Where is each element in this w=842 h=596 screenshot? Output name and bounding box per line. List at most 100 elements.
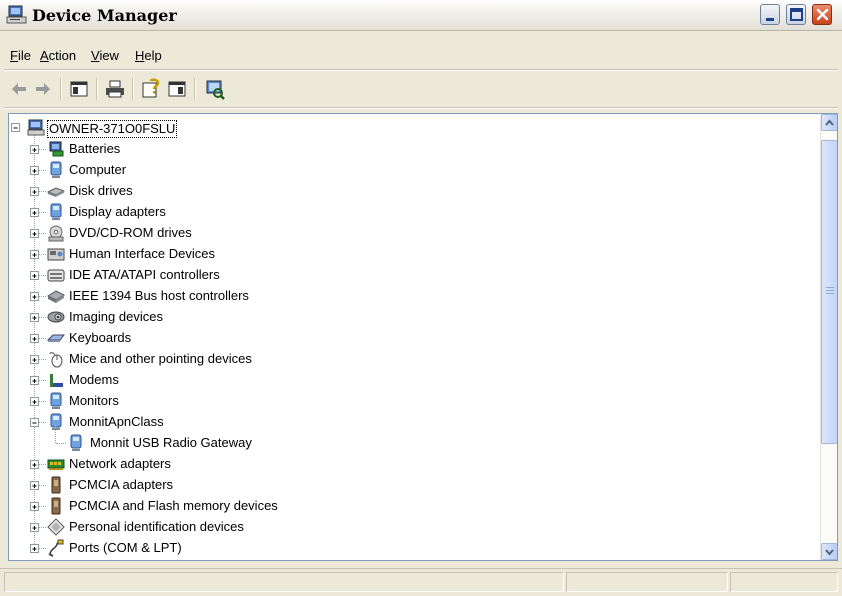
tree-category-label[interactable]: IEEE 1394 Bus host controllers	[67, 288, 251, 304]
expand-toggle[interactable]	[30, 334, 39, 343]
plus-icon	[32, 337, 37, 341]
tree-category-node[interactable]: Human Interface Devices	[9, 244, 409, 265]
expand-toggle[interactable]	[30, 313, 39, 322]
window-title: Device Manager	[32, 6, 177, 25]
scroll-thumb[interactable]	[821, 140, 837, 444]
expand-toggle[interactable]	[30, 460, 39, 469]
tree-category-label[interactable]: PCMCIA and Flash memory devices	[67, 498, 280, 514]
tree-category-node[interactable]: PCMCIA and Flash memory devices	[9, 496, 409, 517]
expand-toggle[interactable]	[30, 481, 39, 490]
tree-category-node[interactable]: Display adapters	[9, 202, 409, 223]
plus-icon	[32, 379, 37, 383]
scan-hardware-icon[interactable]	[204, 78, 226, 100]
expand-toggle[interactable]	[30, 250, 39, 259]
tree-category-label[interactable]: IDE ATA/ATAPI controllers	[67, 267, 222, 283]
tree-category-label[interactable]: Mice and other pointing devices	[67, 351, 254, 367]
tree-category-node[interactable]: MonnitApnClass	[9, 412, 409, 433]
flash-memory-icon	[51, 497, 61, 515]
scroll-up-button[interactable]	[821, 114, 837, 131]
tree-category-label[interactable]: Modems	[67, 372, 121, 388]
tree-category-node[interactable]: Batteries	[9, 139, 409, 160]
device-tree-view[interactable]: OWNER-371O0FSLU Batteries Computer Disk dri…	[8, 113, 838, 561]
tree-category-label[interactable]: MonnitApnClass	[67, 414, 166, 430]
menu-view[interactable]: View	[91, 48, 119, 63]
expand-toggle[interactable]	[30, 544, 39, 553]
expand-toggle[interactable]	[30, 292, 39, 301]
plus-icon	[32, 295, 37, 299]
tree-category-label[interactable]: DVD/CD-ROM drives	[67, 225, 194, 241]
tree-category-node[interactable]: DVD/CD-ROM drives	[9, 223, 409, 244]
expand-toggle[interactable]	[30, 523, 39, 532]
tree-device-label[interactable]: Monnit USB Radio Gateway	[88, 435, 254, 451]
tree-category-node[interactable]: Ports (COM & LPT)	[9, 538, 409, 559]
maximize-button[interactable]	[786, 4, 806, 25]
menu-file[interactable]: File	[10, 48, 31, 63]
tree-category-node[interactable]: Personal identification devices	[9, 517, 409, 538]
show-hide-console-tree-icon[interactable]	[68, 78, 90, 100]
print-icon[interactable]	[104, 78, 126, 100]
tree-category-label[interactable]: Batteries	[67, 141, 122, 157]
tree-category-label[interactable]: Disk drives	[67, 183, 135, 199]
tree-category-node[interactable]: Monitors	[9, 391, 409, 412]
disk-drive-icon	[47, 187, 65, 197]
tree-root-node[interactable]: OWNER-371O0FSLU	[9, 118, 409, 139]
expand-toggle[interactable]	[30, 145, 39, 154]
back-arrow-icon[interactable]	[8, 78, 30, 100]
pcmcia-icon	[51, 476, 61, 494]
collapse-toggle[interactable]	[30, 418, 39, 427]
tree-category-node[interactable]: Disk drives	[9, 181, 409, 202]
tree-category-label[interactable]: Monitors	[67, 393, 121, 409]
vertical-scrollbar[interactable]	[820, 114, 837, 560]
tree-category-node[interactable]: Mice and other pointing devices	[9, 349, 409, 370]
expand-toggle[interactable]	[30, 271, 39, 280]
tree-category-label[interactable]: Display adapters	[67, 204, 168, 220]
menu-action[interactable]: Action	[40, 48, 76, 63]
forward-arrow-icon[interactable]	[32, 78, 54, 100]
tree-category-label[interactable]: PCMCIA adapters	[67, 477, 175, 493]
expand-toggle[interactable]	[30, 397, 39, 406]
plus-icon	[32, 463, 37, 467]
tree-category-node[interactable]: IEEE 1394 Bus host controllers	[9, 286, 409, 307]
toolbar-separator	[96, 78, 98, 100]
minimize-button[interactable]	[760, 4, 780, 25]
expand-toggle[interactable]	[30, 502, 39, 511]
scroll-down-button[interactable]	[821, 543, 837, 560]
tree-category-label[interactable]: Keyboards	[67, 330, 133, 346]
tree-root-label[interactable]: OWNER-371O0FSLU	[47, 120, 178, 138]
device-manager-window: Device Manager File Action View Help OWN…	[0, 0, 842, 596]
toolbar-divider	[4, 107, 838, 109]
expand-toggle[interactable]	[30, 355, 39, 364]
tree-category-node[interactable]: Modems	[9, 370, 409, 391]
ieee1394-icon	[47, 290, 65, 303]
plus-icon	[32, 358, 37, 362]
tree-category-node[interactable]: Computer	[9, 160, 409, 181]
tree-category-node[interactable]: Imaging devices	[9, 307, 409, 328]
help-pane-icon[interactable]	[166, 78, 188, 100]
expand-toggle[interactable]	[30, 208, 39, 217]
status-pane-secondary	[566, 572, 728, 592]
expand-toggle[interactable]	[30, 376, 39, 385]
menu-help[interactable]: Help	[135, 48, 162, 63]
tree-category-label[interactable]: Ports (COM & LPT)	[67, 540, 184, 556]
battery-icon	[49, 141, 64, 157]
hid-icon	[47, 248, 65, 261]
scroll-grip	[826, 287, 834, 288]
expand-toggle[interactable]	[30, 166, 39, 175]
tree-category-node[interactable]: Network adapters	[9, 454, 409, 475]
tree-category-label[interactable]: Computer	[67, 162, 128, 178]
close-button[interactable]	[812, 4, 832, 25]
tree-category-node[interactable]: Keyboards	[9, 328, 409, 349]
tree-category-label[interactable]: Network adapters	[67, 456, 173, 472]
tree-category-node[interactable]: PCMCIA adapters	[9, 475, 409, 496]
tree-device-node[interactable]: Monnit USB Radio Gateway	[9, 425, 409, 454]
tree-category-label[interactable]: Human Interface Devices	[67, 246, 217, 262]
tree-category-label[interactable]: Imaging devices	[67, 309, 165, 325]
toolbar-separator	[194, 78, 196, 100]
properties-icon[interactable]	[140, 78, 162, 100]
tree-category-node[interactable]: IDE ATA/ATAPI controllers	[9, 265, 409, 286]
collapse-toggle[interactable]	[11, 123, 20, 132]
tree-category-label[interactable]: Personal identification devices	[67, 519, 246, 535]
title-bar[interactable]: Device Manager	[0, 0, 842, 31]
expand-toggle[interactable]	[30, 187, 39, 196]
expand-toggle[interactable]	[30, 229, 39, 238]
